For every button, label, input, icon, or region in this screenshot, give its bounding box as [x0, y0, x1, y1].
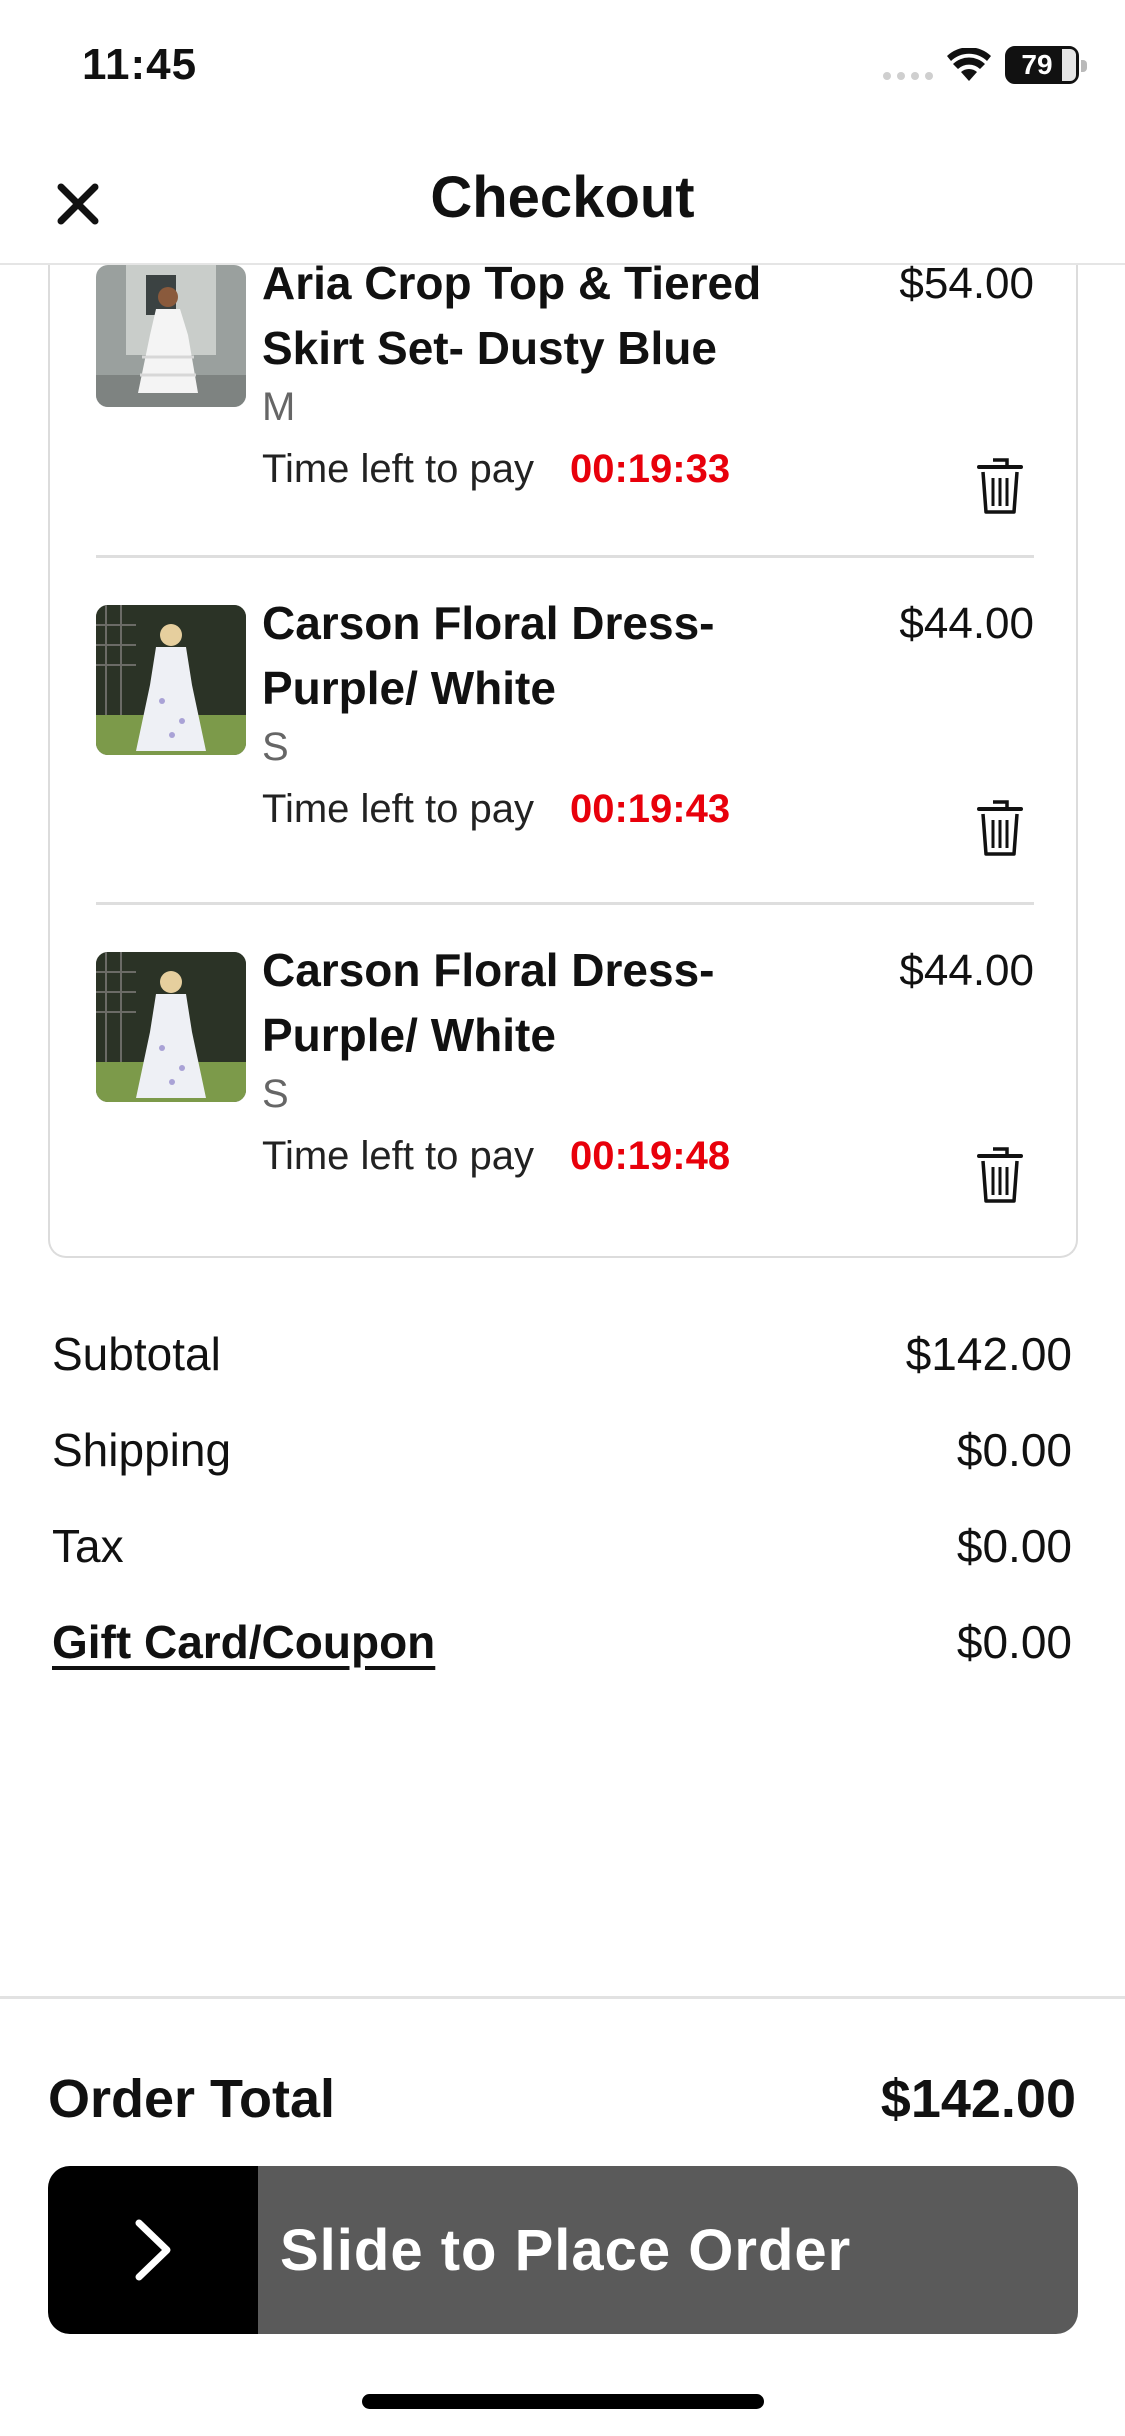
cart-item[interactable]: Aria Crop Top & Tiered Skirt Set- Dusty … — [96, 257, 1034, 565]
coupon-value: $0.00 — [956, 1616, 1072, 1668]
status-icons: 79 — [883, 46, 1087, 84]
item-size: S — [262, 1072, 289, 1116]
item-size: S — [262, 725, 289, 769]
home-indicator[interactable] — [362, 2394, 764, 2409]
order-total-label: Order Total — [48, 2069, 336, 2129]
payment-timer: Time left to pay 00:19:33 — [262, 443, 822, 495]
cellular-signal-icon — [883, 50, 933, 80]
item-info: Carson Floral Dress- Purple/ White S Tim… — [262, 938, 822, 1182]
timer-label: Time left to pay — [262, 447, 534, 491]
slider-label: Slide to Place Order — [280, 2217, 852, 2283]
cart-item[interactable]: Carson Floral Dress- Purple/ White S Tim… — [96, 597, 1034, 905]
cart-item[interactable]: Carson Floral Dress- Purple/ White S Tim… — [96, 944, 1034, 1252]
status-bar: 11:45 79 — [0, 0, 1125, 150]
item-price: $44.00 — [899, 946, 1034, 995]
timer-value: 00:19:33 — [569, 447, 731, 491]
timer-value: 00:19:48 — [569, 1134, 731, 1178]
product-image[interactable] — [96, 952, 246, 1102]
tax-row: Tax $0.00 — [52, 1510, 1072, 1606]
subtotal-label: Subtotal — [52, 1328, 221, 1380]
product-image[interactable] — [96, 605, 246, 755]
order-summary: Subtotal $142.00 Shipping $0.00 Tax $0.0… — [52, 1318, 1072, 1702]
tax-label: Tax — [52, 1520, 124, 1572]
battery-icon: 79 — [1005, 46, 1087, 84]
slider-handle[interactable] — [48, 2166, 258, 2334]
slide-to-place-order[interactable]: Slide to Place Order — [48, 2166, 1078, 2334]
shipping-row: Shipping $0.00 — [52, 1414, 1072, 1510]
payment-timer: Time left to pay 00:19:43 — [262, 783, 822, 835]
shipping-value: $0.00 — [956, 1424, 1072, 1476]
coupon-row: Gift Card/Coupon $0.00 — [52, 1606, 1072, 1702]
item-divider — [96, 902, 1034, 905]
footer-divider — [0, 1996, 1125, 1999]
delete-item-button[interactable] — [970, 797, 1030, 861]
timer-label: Time left to pay — [262, 1134, 534, 1178]
payment-timer: Time left to pay 00:19:48 — [262, 1130, 822, 1182]
item-price: $44.00 — [899, 599, 1034, 648]
gift-card-coupon-link[interactable]: Gift Card/Coupon — [52, 1606, 435, 1678]
cart-items-card: Aria Crop Top & Tiered Skirt Set- Dusty … — [48, 257, 1078, 1258]
item-price: $54.00 — [899, 259, 1034, 308]
subtotal-value: $142.00 — [905, 1328, 1072, 1380]
checkout-header: Checkout — [0, 150, 1125, 265]
trash-icon — [977, 458, 1023, 514]
order-total-value: $142.00 — [880, 2069, 1076, 2129]
page-title: Checkout — [430, 165, 695, 230]
item-info: Aria Crop Top & Tiered Skirt Set- Dusty … — [262, 251, 822, 495]
order-total-row: Order Total $142.00 — [48, 2068, 1076, 2138]
item-name[interactable]: Aria Crop Top & Tiered Skirt Set- Dusty … — [262, 251, 822, 381]
tax-value: $0.00 — [956, 1520, 1072, 1572]
item-size: M — [262, 385, 296, 429]
delete-item-button[interactable] — [970, 1144, 1030, 1208]
battery-level: 79 — [1021, 49, 1053, 80]
trash-icon — [977, 1147, 1023, 1203]
delete-item-button[interactable] — [970, 455, 1030, 519]
timer-value: 00:19:43 — [569, 787, 731, 831]
subtotal-row: Subtotal $142.00 — [52, 1318, 1072, 1414]
item-info: Carson Floral Dress- Purple/ White S Tim… — [262, 591, 822, 835]
item-name[interactable]: Carson Floral Dress- Purple/ White — [262, 938, 822, 1068]
item-name[interactable]: Carson Floral Dress- Purple/ White — [262, 591, 822, 721]
timer-label: Time left to pay — [262, 787, 534, 831]
shipping-label: Shipping — [52, 1424, 232, 1476]
status-time: 11:45 — [82, 40, 198, 89]
product-image[interactable] — [96, 265, 246, 407]
chevron-right-icon — [135, 2219, 171, 2281]
trash-icon — [977, 800, 1023, 856]
wifi-icon — [947, 48, 991, 82]
item-divider — [96, 555, 1034, 558]
